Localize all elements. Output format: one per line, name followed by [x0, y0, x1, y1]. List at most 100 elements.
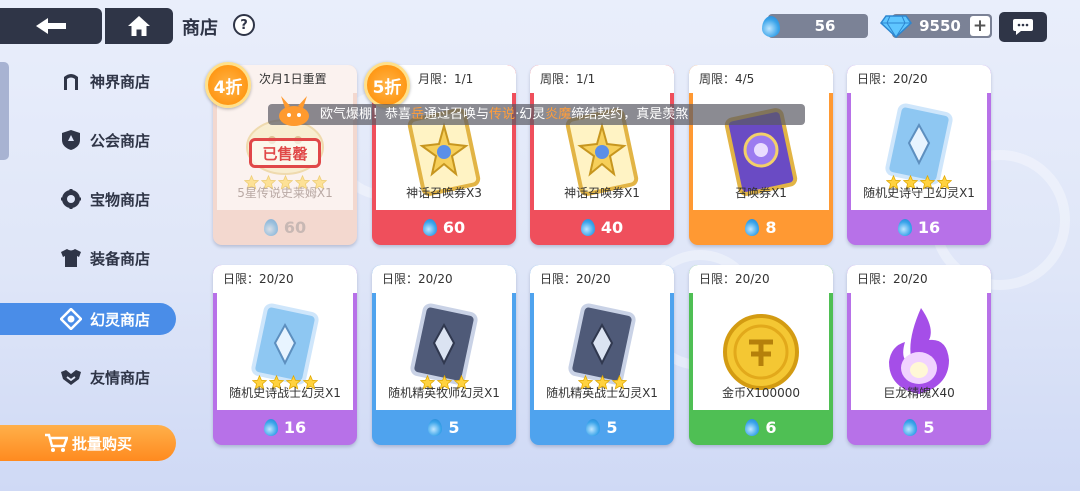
- water-drop-icon: [422, 219, 437, 236]
- chat-bubble-icon: [1013, 19, 1033, 35]
- item-name: 神话召唤券X3: [406, 186, 482, 200]
- limit-label: 日限：20/20: [847, 265, 991, 293]
- armor-icon: [60, 247, 82, 269]
- marquee-player: 岳: [411, 107, 425, 122]
- water-drop-icon: [903, 419, 918, 436]
- marquee-prefix: 欧气爆棚！恭喜: [320, 107, 412, 122]
- price-button[interactable]: 5: [847, 410, 991, 445]
- price-button[interactable]: 60: [213, 210, 357, 245]
- price-button[interactable]: 5: [530, 410, 674, 445]
- bulk-buy-button[interactable]: 批量购买: [0, 425, 176, 461]
- sidebar-item-label: 公会商店: [90, 131, 151, 150]
- price-value: 5: [448, 418, 460, 437]
- gold-coin-icon: [723, 313, 799, 390]
- price-value: 60: [283, 218, 307, 237]
- spirit-card-dark-icon: [568, 302, 636, 385]
- water-drop-icon: [745, 419, 760, 436]
- sidebar-item-label: 宝物商店: [90, 190, 151, 209]
- gate-icon: [60, 70, 82, 92]
- marquee-spirit: 炎魔: [545, 107, 572, 122]
- price-value: 8: [765, 218, 777, 237]
- item-name: 金币X100000: [721, 386, 801, 400]
- shop-item-card[interactable]: 日限：20/20 随机史诗守卫幻灵X1 16: [847, 65, 991, 245]
- limit-label: 日限：20/20: [530, 265, 674, 293]
- price-value: 5: [606, 418, 618, 437]
- price-button[interactable]: 16: [847, 210, 991, 245]
- price-button[interactable]: 8: [689, 210, 833, 245]
- item-name: 神话召唤券X1: [564, 186, 640, 200]
- sold-out-stamp: 已售罄: [249, 138, 321, 168]
- add-gems-button[interactable]: +: [970, 16, 990, 36]
- shop-item-card[interactable]: 周限：1/1 神话召唤券X1 40: [530, 65, 674, 245]
- item-name: 随机史诗守卫幻灵X1: [863, 186, 975, 200]
- marquee-middle2: ·幻灵: [515, 107, 546, 122]
- limit-label: 周限：4/5: [689, 65, 833, 93]
- shop-item-card[interactable]: 日限：20/20 随机精英战士幻灵X1 5: [530, 265, 674, 445]
- price-value: 16: [283, 418, 307, 437]
- sidebar-item-divine-shop[interactable]: 神界商店: [0, 65, 176, 97]
- shop-item-card[interactable]: 日限：20/20 巨龙精魄X40 5: [847, 265, 991, 445]
- price-value: 60: [442, 218, 466, 237]
- water-drop-icon: [428, 419, 443, 436]
- water-drop-icon: [745, 219, 760, 236]
- spirit-icon: [60, 308, 82, 330]
- limit-label: 日限：20/20: [372, 265, 516, 293]
- price-button[interactable]: 6: [689, 410, 833, 445]
- discount-badge: 5折: [364, 62, 410, 108]
- price-value: 40: [600, 218, 624, 237]
- price-button[interactable]: 60: [372, 210, 516, 245]
- back-arrow-icon: [36, 18, 66, 34]
- water-drop-icon: [580, 219, 595, 236]
- limit-label: 日限：20/20: [689, 265, 833, 293]
- page-title: 商店: [182, 18, 218, 39]
- home-button[interactable]: [105, 8, 173, 44]
- price-button[interactable]: 40: [530, 210, 674, 245]
- price-value: 5: [923, 418, 935, 437]
- top-bar: 商店 ? 56 9550 +: [0, 0, 1080, 50]
- spirit-card-dark-icon: [410, 302, 478, 385]
- water-drop-icon: [263, 219, 278, 236]
- item-name: 随机精英牧师幻灵X1: [388, 386, 500, 400]
- handshake-icon: [60, 366, 82, 388]
- sidebar-item-friendship-shop[interactable]: 友情商店: [0, 361, 176, 393]
- shop-item-card[interactable]: 日限：20/20 随机史诗战士幻灵X1 16: [213, 265, 357, 445]
- item-name: 5星传说史莱姆X1: [237, 186, 333, 200]
- shop-item-card[interactable]: 周限：4/5 召唤券X1 8: [689, 65, 833, 245]
- discount-badge: 4折: [205, 62, 251, 108]
- sidebar-item-guild-shop[interactable]: 公会商店: [0, 124, 176, 156]
- item-name: 巨龙精魄X40: [883, 386, 955, 400]
- marquee-quality: 传说: [489, 107, 516, 122]
- sidebar-item-treasure-shop[interactable]: 宝物商店: [0, 183, 176, 215]
- water-drop-icon: [263, 419, 278, 436]
- limit-label: 周限：1/1: [530, 65, 674, 93]
- price-value: 6: [765, 418, 777, 437]
- bulk-buy-label: 批量购买: [71, 434, 132, 453]
- sidebar-item-label: 神界商店: [90, 72, 151, 91]
- announcement-mascot-icon: [279, 96, 309, 126]
- water-drop-icon: [586, 419, 601, 436]
- water-drop-icon: [762, 16, 780, 37]
- sidebar-item-equipment-shop[interactable]: 装备商店: [0, 242, 176, 274]
- currency-gems: 9550 +: [880, 14, 992, 38]
- shopping-cart-icon: [44, 433, 68, 452]
- marquee-suffix: 缔结契约，真是羡煞: [571, 107, 689, 122]
- limit-label: 日限：20/20: [213, 265, 357, 293]
- price-button[interactable]: 5: [372, 410, 516, 445]
- diamond-icon: [880, 15, 912, 38]
- shop-item-card[interactable]: 日限：20/20 随机精英牧师幻灵X1 5: [372, 265, 516, 445]
- currency-drops: 56: [762, 14, 868, 38]
- sidebar-item-spirit-shop[interactable]: 幻灵商店: [0, 303, 176, 335]
- announcement-marquee: 欧气爆棚！恭喜岳通过召唤与传说·幻灵炎魔缔结契约，真是羡煞: [268, 104, 805, 125]
- home-icon: [128, 16, 150, 36]
- currency-drops-value: 56: [814, 17, 836, 35]
- sidebar-item-label: 装备商店: [90, 249, 151, 268]
- back-button[interactable]: [0, 8, 102, 44]
- shop-item-card[interactable]: 日限：20/20 金币X100000 6: [689, 265, 833, 445]
- help-button[interactable]: ?: [233, 14, 255, 36]
- price-button[interactable]: 16: [213, 410, 357, 445]
- chat-button[interactable]: [999, 12, 1047, 42]
- sidebar-item-label: 友情商店: [90, 368, 151, 387]
- guild-shield-icon: [60, 129, 82, 151]
- item-name: 随机精英战士幻灵X1: [546, 386, 658, 400]
- treasure-icon: [60, 188, 82, 210]
